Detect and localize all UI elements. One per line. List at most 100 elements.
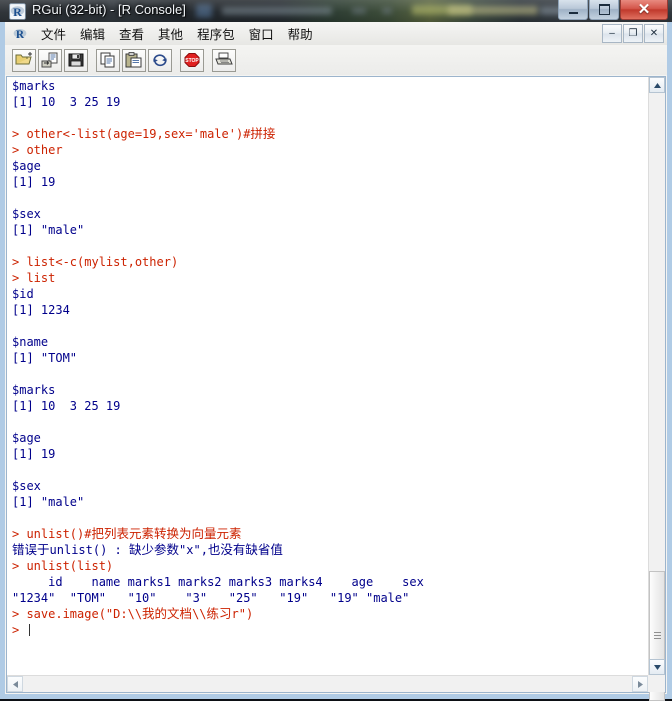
console-line: > unlist(list) — [12, 559, 114, 573]
console-text-run: > other<-list(age=19,sex='male')# — [12, 127, 251, 141]
menu-item-help[interactable]: 帮助 — [281, 22, 320, 45]
console-line: > list<-c(mylist,other) — [12, 255, 179, 269]
console-line: > other — [12, 143, 63, 157]
console-text-run: "x", — [179, 543, 208, 557]
scroll-down-button[interactable] — [649, 659, 665, 675]
svg-text:STOP: STOP — [185, 58, 199, 64]
console-text-run: r") — [231, 607, 254, 621]
scroll-right-button[interactable] — [632, 676, 648, 692]
console-text-run: 我的文档 — [142, 606, 193, 621]
save-workspace-icon — [68, 53, 84, 67]
console-text-run: 拼接 — [250, 126, 276, 141]
stop-button[interactable]: STOP — [180, 48, 204, 72]
console-text-run: 也没有缺省值 — [207, 542, 283, 557]
console-line: [1] "male" — [12, 223, 85, 237]
copy-icon — [100, 52, 115, 68]
mdi-close-button[interactable]: ✕ — [644, 24, 664, 43]
console-line: [1] 19 — [12, 175, 56, 189]
r-logo-icon: R — [9, 3, 26, 20]
menu-item-misc[interactable]: 其他 — [151, 22, 190, 45]
menu-bar: R 文件 编辑 查看 其他 程序包 窗口 帮助 – ❐ ✕ — [5, 22, 667, 46]
console-text-run: 错误于 — [12, 542, 50, 557]
close-icon: ✕ — [637, 1, 651, 18]
toolbar: STOP — [5, 45, 667, 76]
print-button[interactable] — [212, 48, 236, 72]
text-cursor — [29, 624, 31, 636]
console-line: id name marks1 marks2 marks3 marks4 age … — [12, 575, 424, 589]
console-line: [1] 1234 — [12, 303, 70, 317]
console-line: 错误于unlist() : 缺少参数"x",也没有缺省值 — [12, 542, 648, 558]
mdi-minimize-button[interactable]: – — [602, 24, 622, 43]
console-line: > unlist()#把列表元素转换为向量元素 — [12, 526, 648, 542]
chevron-right-icon — [637, 680, 643, 688]
close-button[interactable]: ✕ — [620, 0, 668, 20]
console-horizontal-scrollbar[interactable] — [7, 675, 648, 692]
console-vertical-scrollbar[interactable] — [648, 77, 665, 701]
window-title: RGui (32-bit) - [R Console] — [32, 2, 186, 17]
menu-item-file[interactable]: 文件 — [34, 22, 73, 45]
console-line: > other<-list(age=19,sex='male')#拼接 — [12, 126, 648, 142]
scrollbar-corner — [648, 675, 665, 692]
open-script-icon — [15, 52, 32, 65]
r-console-window[interactable]: $marks [1] 10 3 25 19 > other<-list(age=19… — [6, 76, 666, 701]
minimize-button[interactable] — [558, 0, 588, 20]
open-script-button[interactable] — [12, 48, 36, 72]
chevron-down-icon — [653, 664, 661, 670]
menu-item-windows[interactable]: 窗口 — [242, 22, 281, 45]
console-line: $age — [12, 431, 41, 445]
console-line: $sex — [12, 479, 41, 493]
mdi-client-area: $marks [1] 10 3 25 19 > other<-list(age=19… — [5, 75, 667, 701]
save-workspace-button[interactable] — [64, 48, 88, 72]
print-icon — [215, 52, 233, 65]
menu-item-edit[interactable]: 编辑 — [73, 22, 112, 45]
console-line: $marks — [12, 383, 56, 397]
copy-button[interactable] — [96, 48, 120, 72]
console-output[interactable]: $marks [1] 10 3 25 19 > other<-list(age=19… — [12, 78, 648, 675]
console-text-run: 缺少参数 — [129, 542, 180, 557]
console-line: [1] "male" — [12, 495, 85, 509]
load-workspace-icon — [41, 52, 58, 68]
console-line: > — [12, 622, 648, 638]
svg-text:R: R — [16, 29, 25, 41]
console-line: $sex — [12, 207, 41, 221]
minimize-icon — [568, 11, 578, 14]
window-frame-body: R 文件 编辑 查看 其他 程序包 窗口 帮助 – ❐ ✕ STOP $mark… — [0, 22, 672, 701]
chevron-up-icon — [653, 82, 661, 88]
console-line: > list — [12, 271, 56, 285]
svg-text:R: R — [13, 5, 22, 19]
console-line: $marks — [12, 79, 56, 93]
console-line: [1] "TOM" — [12, 351, 78, 365]
console-text-run: 把列表元素转换为向量元素 — [91, 526, 242, 541]
console-line: [1] 10 3 25 19 — [12, 399, 121, 413]
maximize-button[interactable] — [589, 0, 619, 20]
console-text-run: > save.image("D:\\ — [12, 607, 143, 621]
mdi-restore-button[interactable]: ❐ — [623, 24, 643, 43]
load-workspace-button[interactable] — [38, 48, 62, 72]
console-line: [1] 19 — [12, 447, 56, 461]
scroll-left-button[interactable] — [7, 676, 23, 692]
copy-paste-button[interactable] — [148, 48, 172, 72]
paste-icon — [125, 52, 142, 68]
console-line: [1] 10 3 25 19 — [12, 95, 121, 109]
menu-item-view[interactable]: 查看 — [112, 22, 151, 45]
console-line: $age — [12, 159, 41, 173]
console-line: "1234" "TOM" "10" "3" "25" "19" "19" "ma… — [12, 591, 410, 605]
console-line: $id — [12, 287, 34, 301]
window-caption-buttons: ✕ — [557, 0, 668, 20]
scroll-up-button[interactable] — [649, 77, 665, 93]
maximize-icon — [598, 4, 610, 15]
console-text-run: > unlist()# — [12, 527, 92, 541]
paste-button[interactable] — [122, 48, 146, 72]
window-title-bar[interactable]: R RGui (32-bit) - [R Console] ✕ — [0, 0, 672, 22]
menu-item-packages[interactable]: 程序包 — [190, 22, 242, 45]
rgui-main-window: R RGui (32-bit) - [R Console] ✕ R 文件 编辑 … — [0, 0, 672, 701]
stop-icon: STOP — [184, 53, 200, 67]
